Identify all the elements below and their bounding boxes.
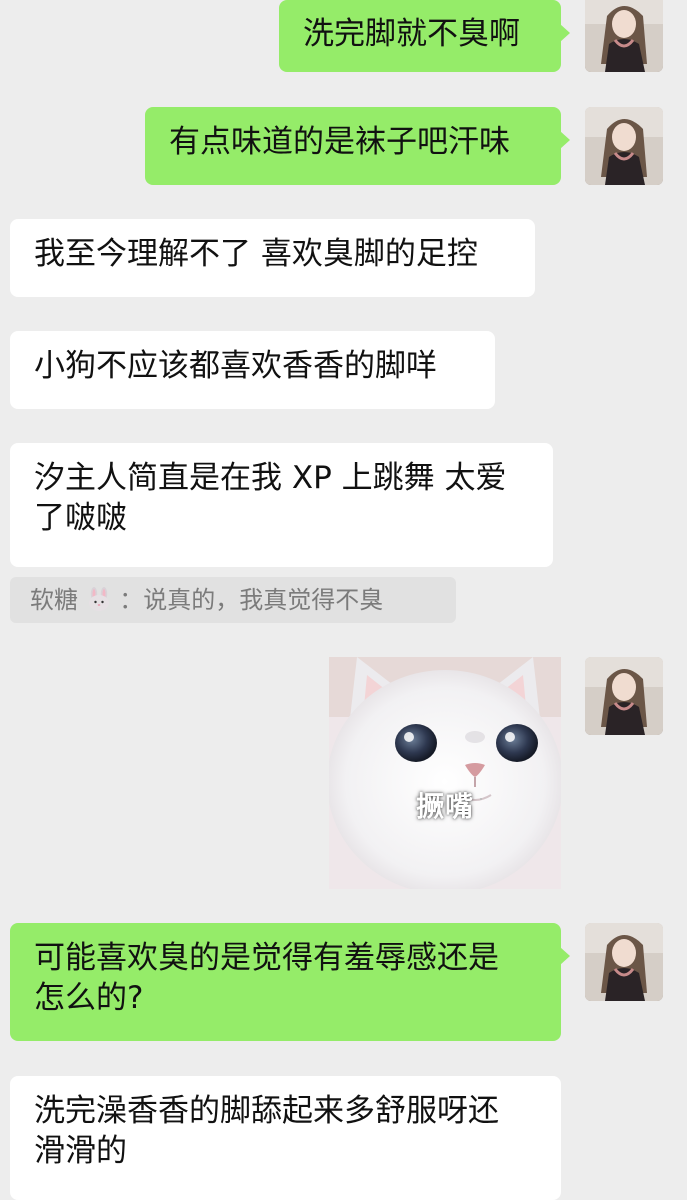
message-bubble-sent[interactable]: 洗完脚就不臭啊 xyxy=(279,0,570,72)
avatar-image xyxy=(585,657,663,735)
avatar[interactable] xyxy=(585,107,663,185)
message-bubble-received[interactable]: 汐主人简直是在我 XP 上跳舞 太爱 了啵啵 xyxy=(10,443,553,567)
sticker-image[interactable]: 撅嘴 xyxy=(329,657,561,889)
rabbit-face-icon xyxy=(88,587,109,611)
avatar[interactable] xyxy=(585,0,663,72)
avatar-image xyxy=(585,923,663,1001)
avatar-image xyxy=(585,0,663,72)
quote-sender: 软糖 xyxy=(30,586,78,614)
quoted-message[interactable]: 软糖 ：说真的，我真觉得不臭 xyxy=(10,577,456,623)
message-bubble-received[interactable]: 我至今理解不了 喜欢臭脚的足控 xyxy=(10,219,535,297)
quote-separator: ： xyxy=(119,586,144,614)
message-bubble-sent[interactable]: 可能喜欢臭的是觉得有羞辱感还是 怎么的? xyxy=(10,923,570,1041)
message-bubble-received[interactable]: 洗完澡香香的脚舔起来多舒服呀还 滑滑的 xyxy=(10,1076,561,1200)
message-bubble-received[interactable]: 小狗不应该都喜欢香香的脚咩 xyxy=(10,331,495,409)
avatar[interactable] xyxy=(585,657,663,735)
quote-text: 说真的，我真觉得不臭 xyxy=(143,586,384,614)
chat-history[interactable]: 洗完脚就不臭啊 有点味道的是袜子吧汗味 我至今理解不了 喜欢臭脚的足控 小狗不应… xyxy=(0,0,687,1200)
white-kitten-sticker xyxy=(329,657,561,889)
message-bubble-sent[interactable]: 有点味道的是袜子吧汗味 xyxy=(145,107,570,185)
avatar[interactable] xyxy=(585,923,663,1001)
sticker-caption: 撅嘴 xyxy=(415,790,474,823)
avatar-image xyxy=(585,107,663,185)
